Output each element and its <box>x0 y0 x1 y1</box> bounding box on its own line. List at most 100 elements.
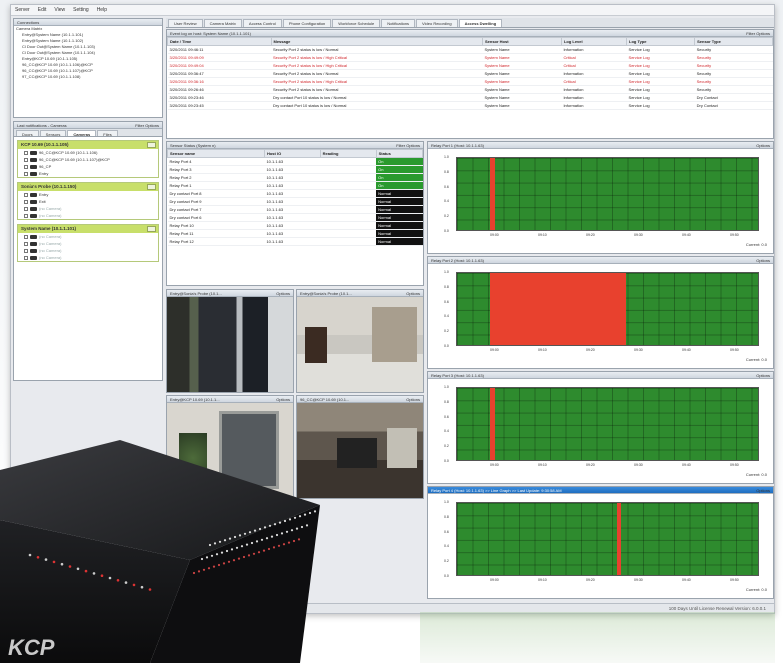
main-tab[interactable]: User Review <box>168 19 203 27</box>
camera-options-button[interactable]: Options <box>276 290 290 296</box>
column-header[interactable]: Log Type <box>626 37 696 46</box>
main-tab[interactable]: Workforce Schedule <box>332 19 381 27</box>
checkbox[interactable] <box>24 255 28 260</box>
camera-view-2[interactable]: Entry@Sonia's Probe (10.1... Options <box>296 289 424 393</box>
group-toggle-button[interactable] <box>147 184 156 190</box>
camera-list-item[interactable]: (no Camera) <box>18 254 158 261</box>
table-row[interactable]: Dry contact Port 7 10.1.1.63 Normal <box>167 205 423 214</box>
camera-view-4[interactable]: 96_CC@KCP 10.69 (10.1... Options <box>296 395 424 499</box>
checkbox[interactable] <box>24 150 28 155</box>
camera-list-item[interactable]: (no Camera) <box>18 233 158 240</box>
main-tab[interactable]: Video Recording <box>416 19 458 27</box>
main-tab[interactable]: Access Dwelling <box>458 19 503 27</box>
camera-view-3[interactable]: Entry@KCP 10.69 (10.1.1... Options <box>166 395 294 499</box>
camera-list-item[interactable]: 96_CC@KCP 10.69 (10.1.1.106) <box>18 149 158 156</box>
table-row[interactable]: Relay Port 12 10.1.1.63 Normal <box>167 237 423 246</box>
table-row[interactable]: 3/20/2011 09:49:09 Security Port 2 status… <box>167 53 773 62</box>
tree-item[interactable]: 97_CC@KCP 10.69 (10.1.1.108) <box>14 74 162 80</box>
camera-options-button[interactable]: Options <box>406 396 420 402</box>
table-row[interactable]: Dry contact Port 9 10.1.1.63 Normal <box>167 197 423 206</box>
group-header[interactable]: Sonia's Probe (10.1.1.150) <box>18 183 158 191</box>
checkbox[interactable] <box>24 234 28 239</box>
table-row[interactable]: Relay Port 3 10.1.1.63 On <box>167 165 423 174</box>
checkbox[interactable] <box>24 157 28 162</box>
device-logo: KCP <box>8 635 55 660</box>
table-row[interactable]: Relay Port 4 10.1.1.63 On <box>167 157 423 166</box>
group-header[interactable]: KCP 10.69 (10.1.1.105) <box>18 141 158 149</box>
column-header[interactable]: Log Level <box>560 37 628 46</box>
tab-files[interactable]: Files <box>97 130 118 137</box>
camera-list-item[interactable]: (no Camera) <box>18 247 158 254</box>
checkbox[interactable] <box>24 213 28 218</box>
table-row[interactable]: Relay Port 1 10.1.1.63 On <box>167 181 423 190</box>
table-row[interactable]: 3/20/2011 09:23:45 Dry contact Port 10 st… <box>167 101 773 110</box>
checkbox[interactable] <box>24 206 28 211</box>
camera-list-item[interactable]: (no Camera) <box>18 240 158 247</box>
camera-list-item[interactable]: Entry <box>18 170 158 177</box>
sensor-name: Relay Port 10 <box>167 221 265 230</box>
main-tab[interactable]: Phone Configuration <box>282 19 332 27</box>
main-tab[interactable]: Access Control <box>242 19 282 27</box>
main-tab[interactable]: Notifications <box>381 19 416 27</box>
tab-cameras[interactable]: Cameras <box>67 130 97 137</box>
checkbox[interactable] <box>24 171 28 176</box>
checkbox[interactable] <box>24 248 28 253</box>
camera-options-button[interactable]: Options <box>276 396 290 402</box>
event-filter-button[interactable]: Filter <box>746 31 755 36</box>
menu-edit[interactable]: Edit <box>38 7 47 13</box>
camera-list-item[interactable]: (no Camera) <box>18 212 158 219</box>
tab-sensors[interactable]: Sensors <box>39 130 67 137</box>
table-row[interactable]: 3/20/2011 09:46:11 Security Port 2 status… <box>167 45 773 54</box>
sensor-name: Dry contact Port 9 <box>167 197 265 206</box>
table-row[interactable]: Relay Port 10 10.1.1.63 Normal <box>167 221 423 230</box>
checkbox[interactable] <box>24 241 28 246</box>
column-header[interactable]: Sensor Host <box>482 37 562 46</box>
table-row[interactable]: Dry contact Port 6 10.1.1.63 Normal <box>167 213 423 222</box>
group-toggle-button[interactable] <box>147 142 156 148</box>
table-row[interactable]: Relay Port 2 10.1.1.63 On <box>167 173 423 182</box>
column-header[interactable]: Sensor Type <box>694 37 773 46</box>
connections-tree[interactable]: Camera Matrix Entry@System Name (10.1.1.1… <box>14 26 162 80</box>
table-row[interactable]: 3/20/2011 09:23:46 Dry contact Port 10 st… <box>167 93 773 102</box>
camera-list-item[interactable]: Exit <box>18 198 158 205</box>
menu-help[interactable]: Help <box>97 7 107 13</box>
camera-list-item[interactable]: 96_CP <box>18 163 158 170</box>
menu-view[interactable]: View <box>54 7 65 13</box>
camera-list-item[interactable]: 96_CC@KCP 10.69 (10.1.1.107)@KCP <box>18 156 158 163</box>
menu-setting[interactable]: Setting <box>73 7 89 13</box>
table-row[interactable]: 3/20/2011 09:49:04 Security Port 2 status… <box>167 61 773 70</box>
column-header[interactable]: Host IO <box>263 149 321 158</box>
menu-server[interactable]: Server <box>15 7 30 13</box>
sensor-options-button[interactable]: Options <box>406 143 420 148</box>
table-row[interactable]: Dry contact Port 8 10.1.1.63 Normal <box>167 189 423 198</box>
tab-doors[interactable]: Doors <box>16 130 39 137</box>
graph-options-button[interactable]: Options <box>756 487 770 493</box>
group-toggle-button[interactable] <box>147 226 156 232</box>
column-header[interactable]: Message <box>270 37 483 46</box>
graph-options-button[interactable]: Options <box>756 372 770 378</box>
table-row[interactable]: 3/20/2011 09:36:16 Security Port 2 status… <box>167 77 773 86</box>
graph-options-button[interactable]: Options <box>756 257 770 263</box>
table-row[interactable]: 3/20/2011 09:26:46 Security Port 2 status… <box>167 85 773 94</box>
checkbox[interactable] <box>24 199 28 204</box>
filter-button[interactable]: Filter <box>135 123 144 128</box>
camera-view-1[interactable]: Entry@Sonia's Probe (10.1... Options <box>166 289 294 393</box>
column-header[interactable]: Sensor name <box>167 149 265 158</box>
graph-options-button[interactable]: Options <box>756 142 770 148</box>
column-header[interactable]: Reading <box>319 149 377 158</box>
column-header[interactable]: Status <box>375 149 423 158</box>
checkbox[interactable] <box>24 164 28 169</box>
camera-list-item[interactable]: (no Camera) <box>18 205 158 212</box>
column-header[interactable]: Date / Time <box>167 37 272 46</box>
event-options-button[interactable]: Options <box>756 31 770 36</box>
group-header[interactable]: System Name (10.1.1.101) <box>18 225 158 233</box>
table-row[interactable]: 3/20/2011 09:36:47 Security Port 2 status… <box>167 69 773 78</box>
main-tab[interactable]: Camera Matrix <box>203 19 242 27</box>
camera-list-item[interactable]: Entry <box>18 191 158 198</box>
checkbox[interactable] <box>24 192 28 197</box>
table-row[interactable]: Relay Port 11 10.1.1.63 Normal <box>167 229 423 238</box>
sensor-filter-button[interactable]: Filter <box>396 143 405 148</box>
options-button[interactable]: Options <box>145 123 159 128</box>
y-tick-label: 0.0 <box>444 344 449 348</box>
camera-options-button[interactable]: Options <box>406 290 420 296</box>
